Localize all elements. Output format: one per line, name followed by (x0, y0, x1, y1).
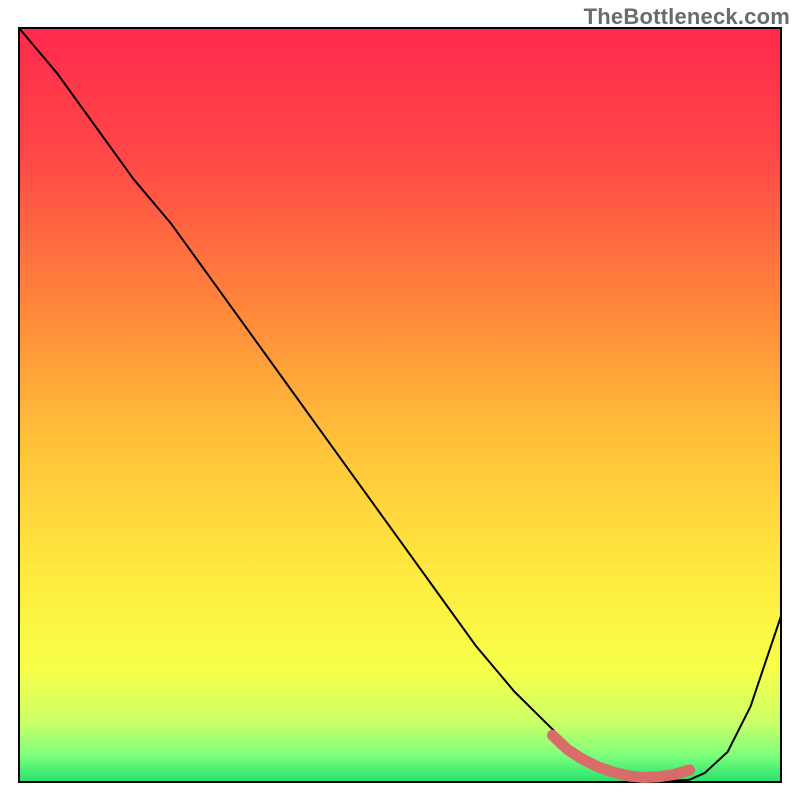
chart-svg (0, 0, 800, 800)
watermark-text: TheBottleneck.com (584, 4, 790, 30)
chart-container: TheBottleneck.com (0, 0, 800, 800)
chart-background (19, 28, 781, 782)
